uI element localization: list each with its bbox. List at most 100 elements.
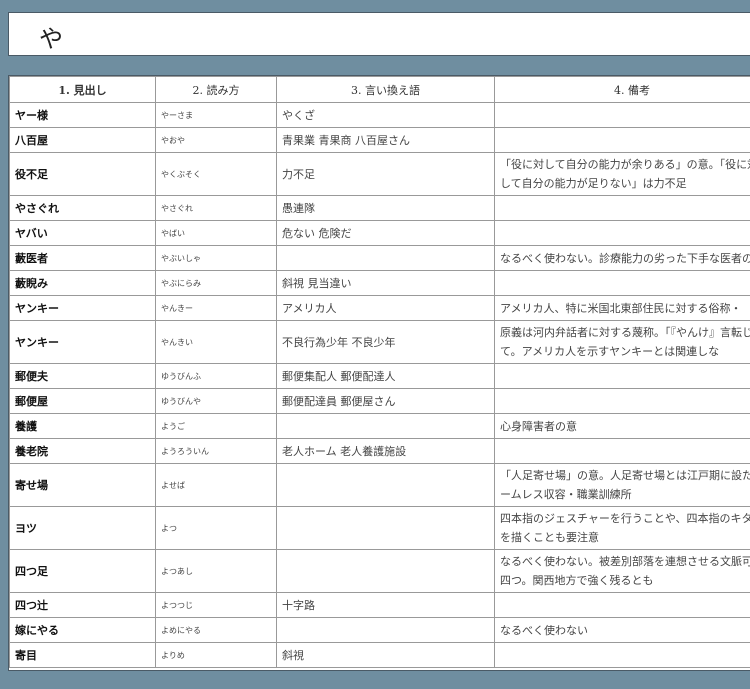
cell-iikae: アメリカ人 xyxy=(276,295,495,321)
cell-midashi: 養護 xyxy=(9,413,156,439)
cell-yomi: やんきい xyxy=(155,320,277,364)
cell-midashi: ヨツ xyxy=(9,506,156,550)
table-row: 藪医者 やぶいしゃ なるべく使わない。診療能力の劣った下手な医者の xyxy=(9,245,750,271)
cell-biko: 四本指のジェスチャーを行うことや、四本指のキターを描くことも要注意 xyxy=(494,506,750,550)
table-row: 四つ辻 よつつじ 十字路 xyxy=(9,592,750,618)
cell-biko: なるべく使わない xyxy=(494,617,750,643)
cell-biko: なるべく使わない。診療能力の劣った下手な医者の xyxy=(494,245,750,271)
header-yomi: 2. 読み方 xyxy=(155,76,277,103)
cell-yomi: ゆうびんふ xyxy=(155,363,277,389)
cell-iikae: やくざ xyxy=(276,102,495,128)
cell-midashi: ヤバい xyxy=(9,220,156,246)
cell-biko: なるべく使わない。被差別部落を連想させる文脈可。四つ。関西地方で強く残るとも xyxy=(494,549,750,593)
term-table: 1. 見出し 2. 読み方 3. 言い換え語 4. 備考 ヤー様 やーさま やくざ八… xyxy=(9,76,750,668)
cell-iikae xyxy=(276,463,495,507)
table-row: ヤンキー やんきい 不良行為少年 不良少年 原義は河内弁話者に対する蔑称。「『やんけ』… xyxy=(9,320,750,364)
cell-yomi: やくぶそく xyxy=(155,152,277,196)
table-row: やさぐれ やさぐれ 愚連隊 xyxy=(9,195,750,221)
cell-midashi: 寄目 xyxy=(9,642,156,668)
cell-biko xyxy=(494,592,750,618)
cell-iikae: 危ない 危険だ xyxy=(276,220,495,246)
cell-yomi: ゆうびんや xyxy=(155,388,277,414)
table-header-row: 1. 見出し 2. 読み方 3. 言い換え語 4. 備考 xyxy=(9,76,750,103)
cell-biko xyxy=(494,388,750,414)
table-row: 嫁にやる よめにやる なるべく使わない xyxy=(9,617,750,643)
table-row: ヨツ よつ 四本指のジェスチャーを行うことや、四本指のキターを描くことも要注意 xyxy=(9,506,750,550)
cell-iikae xyxy=(276,549,495,593)
cell-iikae: 斜視 xyxy=(276,642,495,668)
header-iikae: 3. 言い換え語 xyxy=(276,76,495,103)
title-box: や xyxy=(8,12,750,56)
cell-biko: 「人足寄せ場」の意。人足寄せ場とは江戸期に設たホームレス収容・職業訓練所 xyxy=(494,463,750,507)
table-row: 役不足 やくぶそく 力不足 「役に対して自分の能力が余りある」の意。「役に対して自分の… xyxy=(9,152,750,196)
cell-biko: 心身障害者の意 xyxy=(494,413,750,439)
cell-yomi: ようご xyxy=(155,413,277,439)
cell-yomi: やぶにらみ xyxy=(155,270,277,296)
cell-iikae: 力不足 xyxy=(276,152,495,196)
cell-iikae: 郵便集配人 郵便配達人 xyxy=(276,363,495,389)
cell-midashi: 郵便夫 xyxy=(9,363,156,389)
cell-yomi: よせば xyxy=(155,463,277,507)
cell-biko xyxy=(494,127,750,153)
cell-midashi: 養老院 xyxy=(9,438,156,464)
cell-iikae xyxy=(276,245,495,271)
cell-iikae: 不良行為少年 不良少年 xyxy=(276,320,495,364)
cell-midashi: 郵便屋 xyxy=(9,388,156,414)
table-row: ヤー様 やーさま やくざ xyxy=(9,102,750,128)
cell-iikae: 愚連隊 xyxy=(276,195,495,221)
cell-midashi: 役不足 xyxy=(9,152,156,196)
cell-yomi: よめにやる xyxy=(155,617,277,643)
cell-biko xyxy=(494,220,750,246)
cell-biko xyxy=(494,363,750,389)
cell-biko xyxy=(494,270,750,296)
cell-midashi: ヤー様 xyxy=(9,102,156,128)
table-row: ヤバい やばい 危ない 危険だ xyxy=(9,220,750,246)
cell-biko: 「役に対して自分の能力が余りある」の意。「役に対して自分の能力が足りない」は力不… xyxy=(494,152,750,196)
table-container: 1. 見出し 2. 読み方 3. 言い換え語 4. 備考 ヤー様 やーさま やくざ八… xyxy=(8,75,750,671)
header-midashi: 1. 見出し xyxy=(9,76,156,103)
cell-biko xyxy=(494,195,750,221)
cell-midashi: ヤンキー xyxy=(9,320,156,364)
table-row: 寄目 よりめ 斜視 xyxy=(9,642,750,668)
cell-biko xyxy=(494,102,750,128)
cell-midashi: 嫁にやる xyxy=(9,617,156,643)
cell-iikae xyxy=(276,617,495,643)
cell-biko xyxy=(494,438,750,464)
cell-yomi: よつつじ xyxy=(155,592,277,618)
cell-yomi: よりめ xyxy=(155,642,277,668)
cell-iikae: 青果業 青果商 八百屋さん xyxy=(276,127,495,153)
cell-iikae xyxy=(276,413,495,439)
table-row: 郵便屋 ゆうびんや 郵便配達員 郵便屋さん xyxy=(9,388,750,414)
cell-yomi: よつ xyxy=(155,506,277,550)
table-body: ヤー様 やーさま やくざ 八百屋 やおや 青果業 青果商 八百屋さん 役不足 やくぶそく 力不足… xyxy=(9,102,750,668)
cell-yomi: ようろういん xyxy=(155,438,277,464)
cell-iikae xyxy=(276,506,495,550)
cell-iikae: 斜視 見当違い xyxy=(276,270,495,296)
table-row: 藪睨み やぶにらみ 斜視 見当違い xyxy=(9,270,750,296)
header-biko: 4. 備考 xyxy=(494,76,750,103)
cell-midashi: 藪睨み xyxy=(9,270,156,296)
cell-yomi: やおや xyxy=(155,127,277,153)
cell-yomi: やばい xyxy=(155,220,277,246)
cell-midashi: 四つ辻 xyxy=(9,592,156,618)
table-row: 四つ足 よつあし なるべく使わない。被差別部落を連想させる文脈可。四つ。関西地方で強… xyxy=(9,549,750,593)
cell-biko: 原義は河内弁話者に対する蔑称。「『やんけ』言転じて。アメリカ人を示すヤンキーとは… xyxy=(494,320,750,364)
table-row: 郵便夫 ゆうびんふ 郵便集配人 郵便配達人 xyxy=(9,363,750,389)
cell-midashi: やさぐれ xyxy=(9,195,156,221)
cell-iikae: 十字路 xyxy=(276,592,495,618)
table-row: ヤンキー やんきー アメリカ人 アメリカ人、特に米国北東部住民に対する俗称・ xyxy=(9,295,750,321)
cell-midashi: 寄せ場 xyxy=(9,463,156,507)
table-row: 寄せ場 よせば 「人足寄せ場」の意。人足寄せ場とは江戸期に設たホームレス収容・職業訓… xyxy=(9,463,750,507)
cell-yomi: やんきー xyxy=(155,295,277,321)
cell-biko xyxy=(494,642,750,668)
table-row: 養護 ようご 心身障害者の意 xyxy=(9,413,750,439)
cell-yomi: よつあし xyxy=(155,549,277,593)
cell-iikae: 郵便配達員 郵便屋さん xyxy=(276,388,495,414)
cell-yomi: やぶいしゃ xyxy=(155,245,277,271)
table-row: 八百屋 やおや 青果業 青果商 八百屋さん xyxy=(9,127,750,153)
cell-yomi: やさぐれ xyxy=(155,195,277,221)
cell-midashi: 四つ足 xyxy=(9,549,156,593)
cell-midashi: 八百屋 xyxy=(9,127,156,153)
cell-biko: アメリカ人、特に米国北東部住民に対する俗称・ xyxy=(494,295,750,321)
cell-iikae: 老人ホーム 老人養護施設 xyxy=(276,438,495,464)
